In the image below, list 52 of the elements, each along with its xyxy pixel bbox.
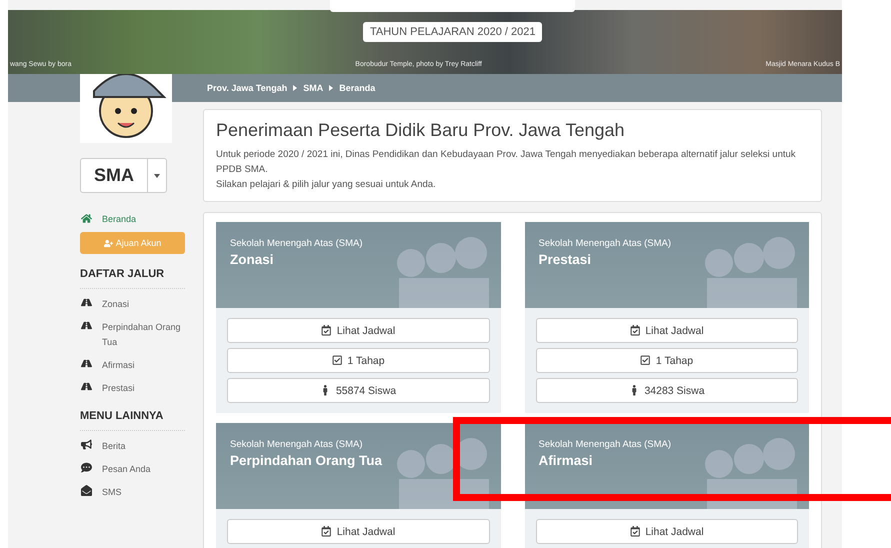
info-button[interactable]: 1 Tahap (227, 348, 490, 373)
menu-link[interactable]: Afirmasi (102, 358, 185, 373)
calendar-icon (321, 325, 332, 336)
section-heading: DAFTAR JALUR (80, 268, 185, 289)
user-add-icon (104, 238, 113, 248)
menu-link[interactable]: SMS (102, 485, 185, 500)
info-button[interactable]: Lihat Jadwal (536, 318, 798, 343)
info-button[interactable]: Lihat Jadwal (227, 318, 490, 343)
road-icon (80, 297, 92, 308)
home-icon (80, 213, 92, 224)
card-subtitle: Sekolah Menengah Atas (SMA) (538, 439, 672, 450)
card-title: Afirmasi (538, 453, 594, 468)
chat-icon (80, 462, 92, 473)
info-button[interactable]: Lihat Jadwal (227, 519, 490, 544)
breadcrumb-link[interactable]: Prov. Jawa Tengah (207, 83, 288, 93)
intro-text: Silakan pelajari & pilih jalur yang sesuai untuk Anda. (216, 178, 437, 192)
card-subtitle: Sekolah Menengah Atas (SMA) (230, 238, 364, 249)
card-subtitle: Sekolah Menengah Atas (SMA) (230, 439, 364, 450)
calendar-icon (630, 526, 640, 537)
menu-link[interactable]: Prestasi (102, 381, 185, 396)
checkbox-icon (332, 355, 342, 366)
card-subtitle: Sekolah Menengah Atas (SMA) (538, 238, 672, 249)
menu-link[interactable]: Zonasi (102, 297, 185, 312)
road-icon (80, 358, 92, 369)
level-select[interactable]: SMA (80, 158, 167, 193)
breadcrumb-link[interactable]: Beranda (339, 83, 376, 93)
megaphone-icon (80, 439, 92, 450)
checkbox-icon (640, 355, 651, 366)
info-button[interactable]: 34283 Siswa (536, 378, 798, 403)
info-button[interactable]: 55874 Siswa (227, 378, 490, 403)
page-title: Penerimaan Peserta Didik Baru Prov. Jawa Tengah (216, 120, 626, 141)
card-title: Prestasi (538, 252, 592, 267)
calendar-icon (630, 325, 640, 336)
nav-link[interactable]: Beranda (80, 213, 186, 224)
envelope-icon (80, 485, 92, 496)
info-button[interactable]: 1 Tahap (536, 348, 798, 373)
caret-icon (293, 85, 298, 91)
school-year-label: TAHUN PELAJARAN 2020 / 2021 (363, 22, 542, 42)
card-title: Zonasi (230, 252, 275, 267)
menu-link[interactable]: Pesan Anda (102, 462, 185, 477)
road-icon (80, 381, 92, 392)
caret-icon (329, 85, 334, 91)
breadcrumb-link[interactable]: SMA (303, 83, 324, 93)
calendar-icon (321, 526, 332, 537)
intro-text: Untuk periode 2020 / 2021 ini, Dinas Pendidikan dan Kebudayaan Prov. Jawa Tengah menyediakan beberapa alternatif jalur seleksi untuk PPDB SMA. (216, 148, 797, 177)
caret-icon (154, 174, 160, 178)
section-heading: MENU LAINNYA (80, 410, 185, 431)
menu-link[interactable]: Perpindahan Orang Tua (102, 320, 185, 350)
menu-link[interactable]: Berita (102, 439, 185, 454)
info-button[interactable]: Lihat Jadwal (536, 519, 798, 544)
road-icon (80, 320, 92, 331)
card-title: Perpindahan Orang Tua (230, 453, 384, 468)
